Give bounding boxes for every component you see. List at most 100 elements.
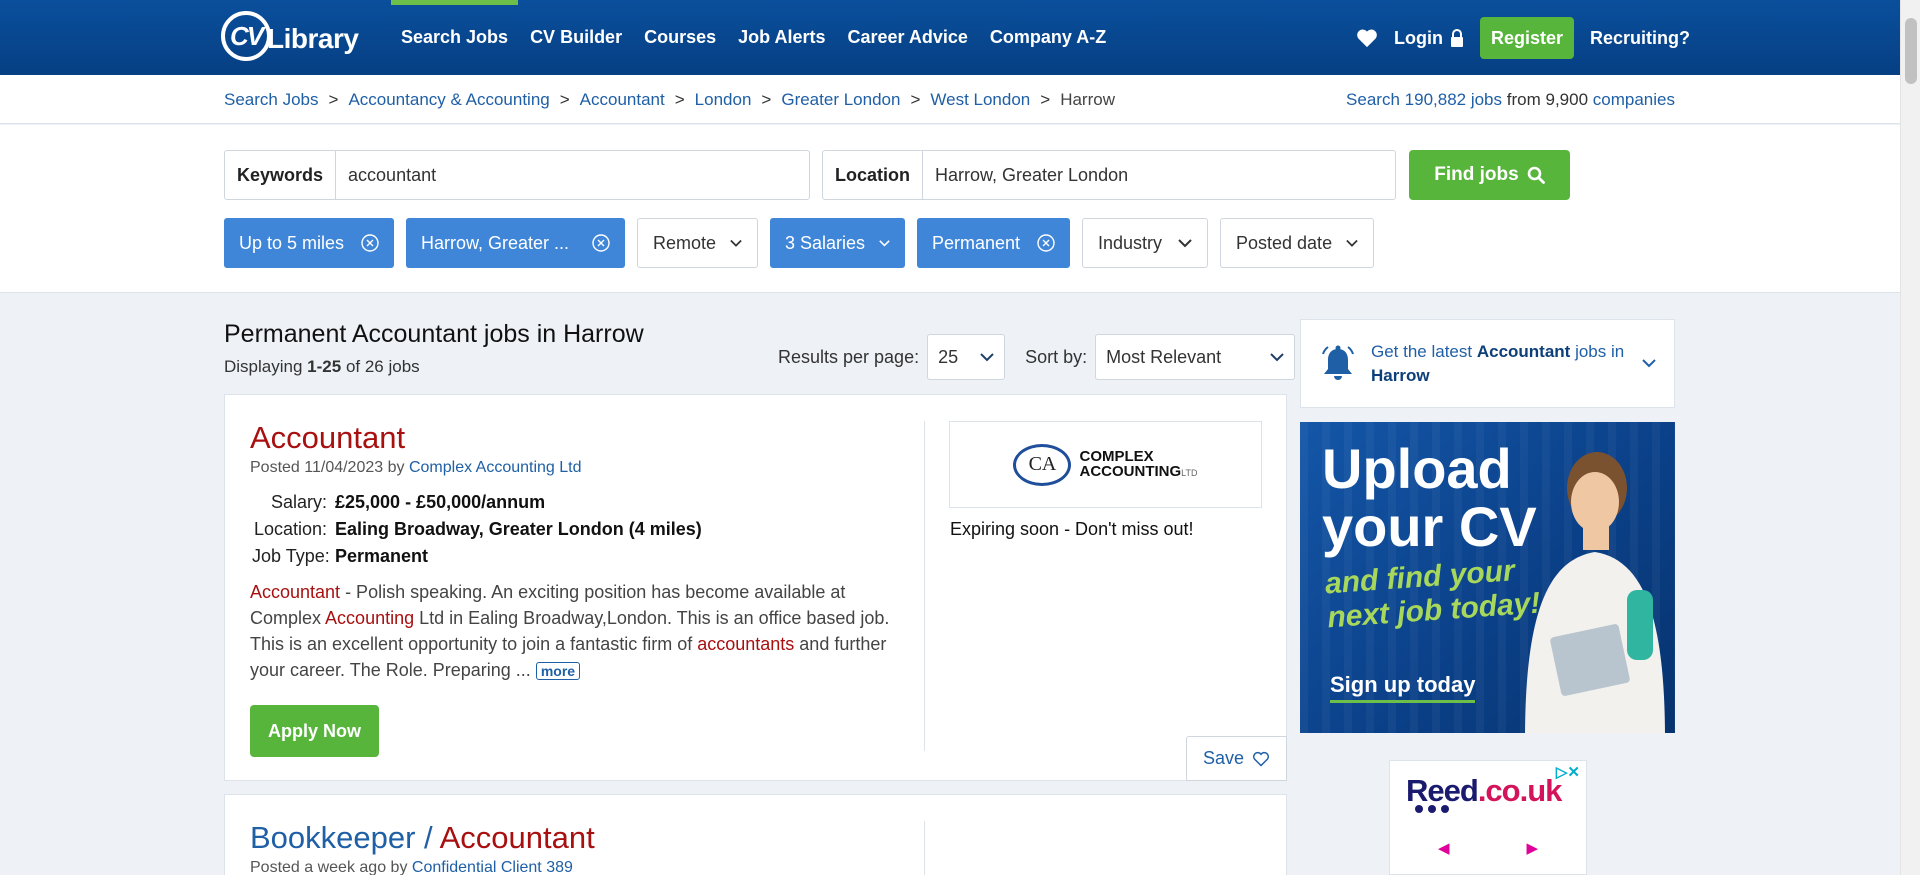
breadcrumb-london[interactable]: London (695, 90, 752, 110)
find-jobs-label: Find jobs (1434, 164, 1519, 185)
results-title: Permanent Accountant jobs in Harrow (224, 320, 644, 348)
filter-permanent[interactable]: Permanent (917, 218, 1070, 268)
breadcrumb-separator: > (1040, 89, 1051, 109)
job-title-keyword: Accountant (439, 820, 595, 855)
job-type-label: Job Type: (252, 546, 330, 566)
nav-career-advice[interactable]: Career Advice (836, 0, 978, 75)
apply-now-button[interactable]: Apply Now (250, 705, 379, 757)
nav-cv-builder[interactable]: CV Builder (519, 0, 633, 75)
site-stats: Search 190,882 jobs from 9,900 companies (1346, 75, 1675, 124)
recruiting-link[interactable]: Recruiting? (1590, 28, 1690, 49)
heart-outline-icon (1253, 751, 1270, 767)
main-nav: Search Jobs CV Builder Courses Job Alert… (390, 0, 1117, 75)
stats-companies-link[interactable]: companies (1593, 90, 1675, 109)
location-input[interactable]: Harrow, Greater London (923, 151, 1140, 199)
company-logo-name: COMPLEX ACCOUNTINGLTD (1079, 449, 1197, 481)
location-field[interactable]: Location Harrow, Greater London (822, 150, 1396, 200)
chevron-down-icon (1346, 239, 1358, 247)
header-actions: Login Register Recruiting? (1356, 17, 1690, 59)
job-company-link[interactable]: Confidential Client 389 (412, 859, 573, 875)
results-total: of 26 jobs (345, 357, 420, 376)
filter-label: Remote (653, 232, 717, 253)
filter-label: Permanent (932, 232, 1021, 253)
breadcrumb-accountancy[interactable]: Accountancy & Accounting (348, 90, 549, 110)
filter-chips: Up to 5 miles Harrow, Greater ... Remote… (224, 218, 1374, 268)
job-posted-info: Posted 11/04/2023 by Complex Accounting … (250, 459, 582, 477)
more-button[interactable]: more (535, 662, 581, 680)
job-alert-text: Get the latest Accountant jobs in Harrow (1371, 340, 1628, 388)
company-logo[interactable]: CA COMPLEX ACCOUNTINGLTD (949, 421, 1262, 508)
breadcrumb-harrow: Harrow (1060, 89, 1115, 109)
close-circle-icon[interactable] (592, 234, 610, 252)
login-link[interactable]: Login (1394, 28, 1464, 49)
breadcrumb-separator: > (761, 89, 772, 109)
upload-cv-banner[interactable]: Upload your CV and find your next job to… (1300, 422, 1675, 733)
filter-label: Up to 5 miles (239, 232, 345, 253)
filter-remote[interactable]: Remote (637, 218, 758, 268)
desc-keyword: accountants (697, 634, 795, 654)
filter-label: Posted date (1236, 232, 1333, 253)
keywords-input[interactable]: accountant (336, 151, 448, 199)
filter-label: 3 Salaries (785, 232, 866, 253)
job-facts: Salary: £25,000 - £50,000/annum Location:… (252, 489, 702, 570)
scrollbar-thumb[interactable] (1905, 18, 1917, 84)
breadcrumb-separator: > (910, 89, 921, 109)
close-circle-icon[interactable] (1037, 234, 1055, 252)
keywords-label: Keywords (225, 151, 337, 199)
sort-select[interactable]: Most Relevant (1095, 334, 1296, 380)
banner-headline: Upload your CV (1322, 440, 1537, 556)
chevron-down-icon (980, 352, 994, 361)
ad-prev-arrow-icon[interactable]: ◀ (1438, 839, 1450, 857)
results-controls: Results per page: 25 Sort by: Most Relev… (778, 334, 1296, 380)
job-title-link[interactable]: Bookkeeper / Accountant (250, 820, 595, 856)
alert-text: jobs in (1570, 341, 1625, 361)
filter-label: Harrow, Greater ... (421, 232, 570, 253)
location-value: Ealing Broadway, Greater London (4 miles… (335, 519, 702, 539)
nav-courses[interactable]: Courses (633, 0, 727, 75)
ad-next-arrow-icon[interactable]: ▶ (1526, 839, 1538, 857)
stats-jobs-link[interactable]: 190,882 jobs (1405, 90, 1502, 109)
job-title-link[interactable]: Accountant (250, 420, 405, 456)
sign-up-today-link[interactable]: Sign up today (1330, 672, 1476, 703)
breadcrumb-separator: > (559, 89, 570, 109)
expiring-notice: Expiring soon - Don't miss out! (950, 519, 1194, 539)
filter-location[interactable]: Harrow, Greater ... (406, 218, 625, 268)
breadcrumb-accountant[interactable]: Accountant (580, 90, 665, 110)
save-job-button[interactable]: Save (1186, 736, 1287, 781)
breadcrumb-west-london[interactable]: West London (930, 90, 1030, 110)
top-navigation-bar: CV Library Search Jobs CV Builder Course… (0, 0, 1900, 75)
job-alert-box[interactable]: Get the latest Accountant jobs in Harrow (1300, 319, 1675, 408)
ad-brand-domain: .co.uk (1477, 773, 1563, 808)
chevron-down-icon (1642, 359, 1656, 368)
search-icon (1527, 166, 1545, 184)
breadcrumb-search-jobs[interactable]: Search Jobs (224, 90, 319, 110)
card-divider (924, 421, 925, 751)
page-scrollbar[interactable] (1900, 0, 1920, 875)
logo-library-text: Library (267, 23, 359, 54)
register-button[interactable]: Register (1479, 17, 1574, 59)
filter-distance[interactable]: Up to 5 miles (224, 218, 394, 268)
close-circle-icon[interactable] (361, 234, 379, 252)
nav-search-jobs[interactable]: Search Jobs (390, 0, 519, 75)
breadcrumb: Search Jobs > Accountancy & Accounting > A… (224, 75, 1115, 124)
reed-advert[interactable]: ▷✕ Reed.co.uk ◀ ▶ (1389, 760, 1587, 875)
stats-companies-count: 9,900 (1545, 90, 1589, 109)
filter-salaries[interactable]: 3 Salaries (770, 218, 905, 268)
ad-brand: Reed.co.uk (1406, 773, 1563, 809)
find-jobs-button[interactable]: Find jobs (1409, 150, 1570, 200)
keywords-field[interactable]: Keywords accountant (224, 150, 810, 200)
desc-keyword: Accounting (325, 608, 415, 628)
filter-posted-date[interactable]: Posted date (1220, 218, 1374, 268)
cv-library-logo[interactable]: CV Library (221, 11, 361, 61)
banner-line2: your CV (1322, 495, 1537, 558)
nav-job-alerts[interactable]: Job Alerts (727, 0, 836, 75)
logo-cv-mark: CV (221, 11, 271, 61)
job-company-link[interactable]: Complex Accounting Ltd (409, 459, 582, 476)
heart-icon[interactable] (1356, 28, 1378, 48)
per-page-select[interactable]: 25 (927, 334, 1006, 380)
stats-search-label: Search (1346, 90, 1400, 109)
breadcrumb-greater-london[interactable]: Greater London (781, 90, 900, 110)
filter-industry[interactable]: Industry (1082, 218, 1208, 268)
job-card: Accountant Posted 11/04/2023 by Complex … (224, 394, 1287, 781)
nav-company-a-z[interactable]: Company A-Z (979, 0, 1117, 75)
